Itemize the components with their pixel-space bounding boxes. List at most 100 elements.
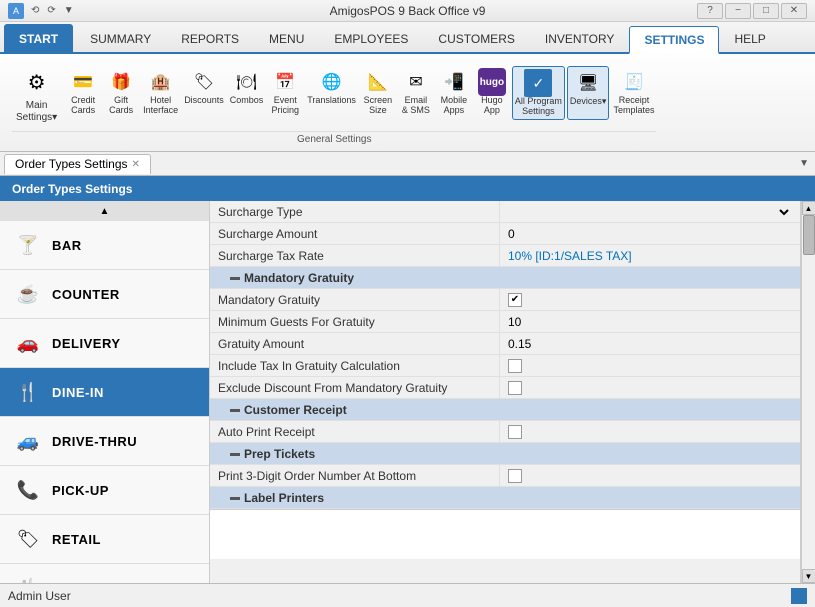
surcharge-type-value[interactable]	[500, 201, 800, 222]
tab-help[interactable]: HELP	[719, 24, 780, 52]
main-settings-button[interactable]: ⚙ MainSettings▾	[12, 62, 61, 126]
doc-tab-order-types[interactable]: Order Types Settings ✕	[4, 154, 151, 174]
tab-customers[interactable]: CUSTOMERS	[423, 24, 529, 52]
room-service-icon: 🍴	[14, 574, 42, 583]
combos-button[interactable]: 🍽 Combos	[228, 66, 266, 120]
surcharge-tax-rate-label: Surcharge Tax Rate	[210, 245, 500, 266]
tabs-scroll-right[interactable]: ▼	[797, 156, 811, 171]
discounts-button[interactable]: 🏷 Discounts	[182, 66, 226, 120]
combos-label: Combos	[230, 96, 264, 106]
label-printers-section: ▬ Label Printers	[210, 487, 800, 509]
sidebar-item-room-service[interactable]: 🍴 ROOM SERVICE	[0, 564, 209, 583]
bar-icon: 🍸	[14, 231, 42, 259]
event-pricing-button[interactable]: 📅 EventPricing	[267, 66, 303, 120]
delivery-icon: 🚗	[14, 329, 42, 357]
print-3-digit-checkbox[interactable]	[508, 469, 522, 483]
left-sidebar: ▲ 🍸 BAR ☕ COUNTER 🚗 DELIVERY 🍴 DINE-IN 🚙…	[0, 201, 210, 583]
mobile-apps-icon: 📲	[440, 68, 468, 96]
mobile-apps-button[interactable]: 📲 MobileApps	[436, 66, 472, 120]
sidebar-item-retail[interactable]: 🏷 RETAIL	[0, 515, 209, 564]
sidebar-item-drive-thru[interactable]: 🚙 DRIVE-THRU	[0, 417, 209, 466]
tab-menu[interactable]: MENU	[254, 24, 319, 52]
sidebar-item-bar[interactable]: 🍸 BAR	[0, 221, 209, 270]
devices-button[interactable]: 🖥 Devices▾	[567, 66, 610, 120]
qa-dropdown[interactable]: ▼	[61, 4, 77, 17]
screen-size-button[interactable]: 📐 ScreenSize	[360, 66, 396, 120]
tab-inventory[interactable]: INVENTORY	[530, 24, 630, 52]
dine-in-label: DINE-IN	[52, 385, 104, 400]
quick-access: ⟲ ⟳ ▼	[28, 4, 77, 17]
surcharge-amount-label: Surcharge Amount	[210, 223, 500, 244]
tab-settings[interactable]: SETTINGS	[629, 26, 719, 54]
collapse-icon-2[interactable]: ▬	[230, 404, 240, 415]
window-controls: ? − □ ✕	[697, 3, 807, 19]
close-btn[interactable]: ✕	[781, 3, 807, 19]
all-program-settings-button[interactable]: ✓ All ProgramSettings	[512, 66, 565, 120]
status-bar: Admin User	[0, 583, 815, 607]
auto-print-label: Auto Print Receipt	[210, 421, 500, 442]
title-bar: A ⟲ ⟳ ▼ AmigosPOS 9 Back Office v9 ? − □…	[0, 0, 815, 22]
maximize-btn[interactable]: □	[753, 3, 779, 19]
minimize-btn[interactable]: −	[725, 3, 751, 19]
hotel-interface-label: HotelInterface	[143, 96, 178, 116]
exclude-discount-label: Exclude Discount From Mandatory Gratuity	[210, 377, 500, 398]
customer-receipt-section: ▬ Customer Receipt	[210, 399, 800, 421]
ribbon-content: ⚙ MainSettings▾ 💳 CreditCards 🎁 GiftCard…	[0, 54, 815, 152]
gratuity-amount-value: 0.15	[500, 333, 800, 354]
section-title: Mandatory Gratuity	[244, 271, 354, 285]
collapse-icon-4[interactable]: ▬	[230, 492, 240, 503]
tab-reports[interactable]: REPORTS	[166, 24, 254, 52]
email-sms-button[interactable]: ✉ Email& SMS	[398, 66, 434, 120]
collapse-icon[interactable]: ▬	[230, 272, 240, 283]
scroll-up-btn[interactable]: ▲	[802, 201, 815, 215]
table-row: Gratuity Amount 0.15	[210, 333, 800, 355]
auto-print-checkbox[interactable]	[508, 425, 522, 439]
all-program-settings-label: All ProgramSettings	[515, 97, 562, 117]
mandatory-gratuity-checkbox[interactable]: ✔	[508, 293, 522, 307]
translations-button[interactable]: 🌐 Translations	[305, 66, 358, 120]
hugo-app-icon: hugo	[478, 68, 506, 96]
credit-cards-button[interactable]: 💳 CreditCards	[65, 66, 101, 120]
hugo-app-label: HugoApp	[481, 96, 503, 116]
min-guests-value: 10	[500, 311, 800, 332]
table-row: Surcharge Type	[210, 201, 800, 223]
sidebar-item-pick-up[interactable]: 📞 PICK-UP	[0, 466, 209, 515]
gift-cards-button[interactable]: 🎁 GiftCards	[103, 66, 139, 120]
sidebar-scroll-up[interactable]: ▲	[0, 201, 209, 221]
exclude-discount-checkbox[interactable]	[508, 381, 522, 395]
translations-icon: 🌐	[318, 68, 346, 96]
help-btn[interactable]: ?	[697, 3, 723, 19]
receipt-templates-button[interactable]: 🧾 ReceiptTemplates	[611, 66, 656, 120]
window-title: AmigosPOS 9 Back Office v9	[330, 4, 486, 18]
doc-tab-close[interactable]: ✕	[132, 159, 140, 170]
main-settings-label: MainSettings▾	[16, 100, 57, 124]
general-settings-group: ⚙ MainSettings▾ 💳 CreditCards 🎁 GiftCard…	[6, 58, 662, 147]
scroll-down-btn[interactable]: ▼	[802, 569, 815, 583]
print-3-digit-value	[500, 465, 800, 486]
tab-employees[interactable]: EMPLOYEES	[319, 24, 423, 52]
auto-print-value	[500, 421, 800, 442]
surcharge-type-select[interactable]	[508, 205, 792, 219]
tab-start[interactable]: START	[4, 24, 73, 52]
mandatory-gratuity-value: ✔	[500, 289, 800, 310]
hugo-app-button[interactable]: hugo HugoApp	[474, 66, 510, 120]
include-tax-checkbox[interactable]	[508, 359, 522, 373]
tab-summary[interactable]: SUMMARY	[75, 24, 166, 52]
include-tax-value	[500, 355, 800, 376]
event-pricing-label: EventPricing	[271, 96, 299, 116]
scroll-thumb[interactable]	[803, 215, 815, 255]
sidebar-item-counter[interactable]: ☕ COUNTER	[0, 270, 209, 319]
ribbon-tabs: START SUMMARY REPORTS MENU EMPLOYEES CUS…	[0, 22, 815, 54]
undo-btn[interactable]: ⟲	[28, 4, 42, 17]
table-row: Surcharge Amount 0	[210, 223, 800, 245]
sidebar-item-dine-in[interactable]: 🍴 DINE-IN	[0, 368, 209, 417]
include-tax-label: Include Tax In Gratuity Calculation	[210, 355, 500, 376]
main-settings-icon: ⚙	[19, 64, 55, 100]
hotel-interface-button[interactable]: 🏨 HotelInterface	[141, 66, 180, 120]
table-row: Surcharge Tax Rate 10% [ID:1/SALES TAX]	[210, 245, 800, 267]
collapse-icon-3[interactable]: ▬	[230, 448, 240, 459]
redo-btn[interactable]: ⟳	[44, 4, 58, 17]
bottom-whitespace	[210, 509, 800, 559]
sidebar-item-delivery[interactable]: 🚗 DELIVERY	[0, 319, 209, 368]
min-guests-label: Minimum Guests For Gratuity	[210, 311, 500, 332]
